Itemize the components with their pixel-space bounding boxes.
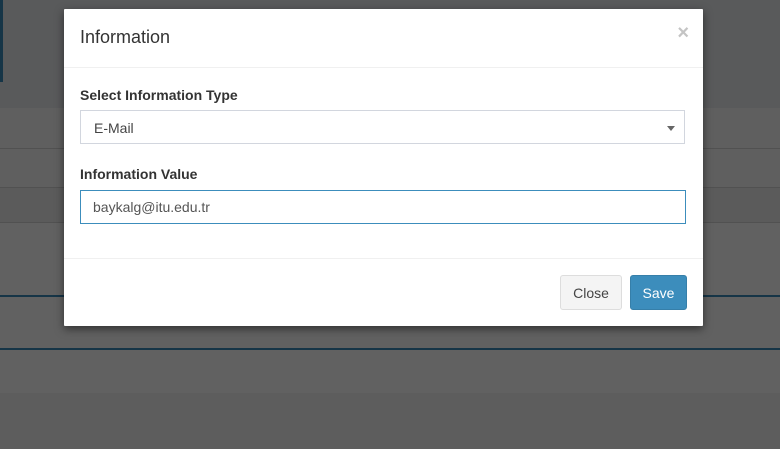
close-button[interactable]: Close	[560, 275, 622, 310]
information-value-input[interactable]	[80, 190, 686, 224]
modal-header: Information ×	[64, 9, 703, 68]
modal-title: Information	[80, 27, 171, 47]
select-value: E-Mail	[94, 120, 134, 136]
save-button[interactable]: Save	[630, 275, 687, 310]
type-label: Select Information Type	[80, 87, 238, 103]
page: Information × Select Information Type E-…	[0, 0, 780, 449]
chevron-down-icon	[667, 126, 675, 131]
modal-footer: Close Save	[64, 259, 703, 327]
information-modal: Information × Select Information Type E-…	[64, 9, 703, 326]
close-icon[interactable]: ×	[677, 23, 689, 43]
information-type-select[interactable]: E-Mail	[80, 110, 685, 144]
modal-body: Select Information Type E-Mail Informati…	[64, 68, 703, 259]
value-label: Information Value	[80, 166, 198, 182]
